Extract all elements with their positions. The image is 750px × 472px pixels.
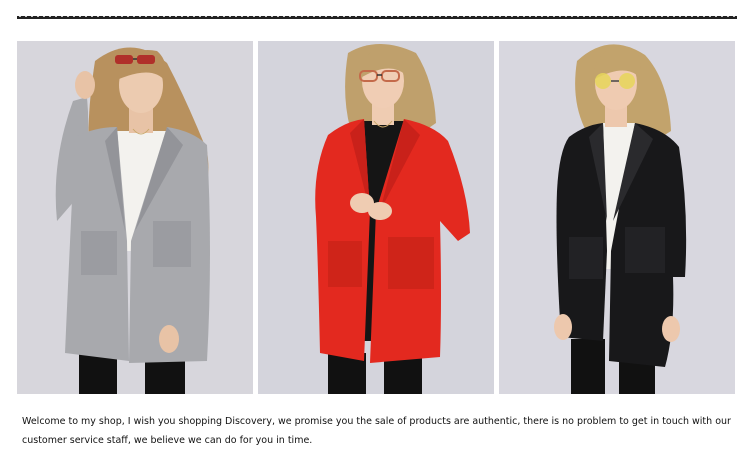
zigzag-border (17, 16, 737, 22)
shop-welcome-text: Welcome to my shop, I wish you shopping … (22, 416, 731, 446)
model-grey-coat-image (17, 41, 253, 394)
product-photo-grey-coat[interactable] (17, 41, 253, 394)
product-photo-black-coat[interactable] (499, 41, 735, 394)
model-black-coat-image (499, 41, 735, 394)
model-red-coat-image (258, 41, 494, 394)
product-photo-red-coat[interactable] (258, 41, 494, 394)
